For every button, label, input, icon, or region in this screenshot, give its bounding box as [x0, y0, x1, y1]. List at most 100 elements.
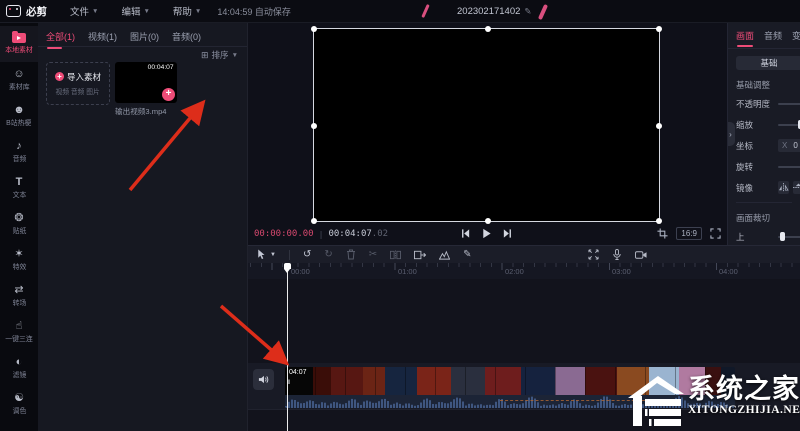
import-media-button[interactable]: + 导入素材 视频 音频 图片 — [46, 62, 110, 105]
row-coordinates: 坐标 X 0 — [728, 135, 800, 156]
timecode-separator: | — [319, 230, 324, 239]
sidebar-item-effects[interactable]: ✶ 特效 — [0, 242, 38, 278]
crop-top-slider[interactable] — [778, 236, 800, 238]
fit-timeline-button[interactable] — [588, 249, 599, 260]
split-clip-button[interactable] — [390, 250, 401, 260]
import-plus-icon: + — [55, 72, 64, 81]
sidebar-item-bilibili-memes[interactable]: ☻ B站热梗 — [0, 98, 38, 134]
previous-frame-button[interactable] — [460, 228, 471, 239]
divider — [38, 46, 247, 47]
flip-vertical-button[interactable] — [793, 181, 800, 194]
screen-record-button[interactable] — [635, 250, 647, 260]
draw-pen-button[interactable]: ✎ — [463, 250, 471, 260]
resize-handle-nw[interactable] — [311, 26, 317, 32]
library-icon: ☺ — [13, 68, 24, 80]
tab-image[interactable]: 图片(0) — [130, 30, 159, 43]
timeline-toolbar: ▼ ↺ ↻ ✂ ✎ — [248, 246, 800, 263]
ruler-label: 03:00 — [612, 267, 631, 276]
left-sidebar: 本地素材 ☺ 素材库 ☻ B站热梗 ♪ 音频 T 文本 ❂ 贴纸 ✶ 特效 ⇄ … — [0, 22, 38, 431]
flip-horizontal-button[interactable] — [778, 181, 789, 194]
playhead-handle[interactable] — [284, 263, 291, 269]
coordinate-x-input[interactable]: X 0 — [778, 139, 800, 152]
cut-scissors-button[interactable]: ✂ — [369, 250, 377, 260]
opacity-slider[interactable] — [778, 103, 800, 105]
media-panel: 全部(1) 视频(1) 图片(0) 音频(0) ⊞ 排序 ▼ + 导入素材 视频… — [38, 22, 248, 431]
playhead-line[interactable] — [287, 263, 288, 431]
timeline-ruler[interactable]: 00:00 01:00 02:00 03:00 04:00 — [248, 263, 800, 279]
ruler-label: 00:00 — [291, 267, 310, 276]
resize-handle-w[interactable] — [311, 123, 317, 129]
folder-icon — [12, 33, 26, 43]
sidebar-item-stickers[interactable]: ❂ 贴纸 — [0, 206, 38, 242]
app-logo-icon — [6, 5, 21, 17]
keyframe-mark-button[interactable] — [439, 250, 450, 260]
divider — [289, 250, 290, 260]
timeline-toolbar-right — [588, 249, 660, 260]
sidebar-item-audio[interactable]: ♪ 音频 — [0, 134, 38, 170]
resize-handle-se[interactable] — [656, 218, 662, 224]
menu-help[interactable]: 帮助▼ — [173, 4, 201, 18]
ruler-label: 04:00 — [719, 267, 738, 276]
tab-picture[interactable]: 画面 — [736, 29, 754, 42]
crop-icon[interactable] — [657, 228, 668, 239]
color-wheel-icon: ☯ — [14, 392, 24, 404]
resize-handle-ne[interactable] — [656, 26, 662, 32]
delete-button[interactable] — [346, 249, 356, 260]
rename-project-icon[interactable]: ✎ — [524, 6, 531, 17]
total-frames: .02 — [372, 229, 388, 239]
text-icon: T — [16, 176, 23, 188]
sidebar-item-like-coin-fav[interactable]: ☝ 一键三连 — [0, 314, 38, 350]
panel-collapse-button[interactable]: › — [728, 122, 735, 146]
row-crop-top: 上 — [728, 226, 800, 245]
preview-canvas[interactable] — [313, 28, 660, 222]
sidebar-item-color-grading[interactable]: ☯ 调色 — [0, 386, 38, 422]
media-item-video[interactable]: 00:04:07 + 输出视频3.mp4 — [115, 62, 177, 117]
undo-button[interactable]: ↺ — [303, 250, 311, 260]
annotation-slash-right — [538, 4, 548, 20]
section-basic-adjust: 基础调整 — [736, 79, 800, 91]
media-item-name: 输出视频3.mp4 — [115, 106, 174, 116]
sidebar-item-transitions[interactable]: ⇄ 转场 — [0, 278, 38, 314]
redo-button[interactable]: ↻ — [324, 250, 332, 260]
sidebar-item-local-media[interactable]: 本地素材 — [0, 26, 38, 62]
annotation-slash-left — [421, 4, 429, 18]
tab-audio[interactable]: 音频(0) — [172, 30, 201, 43]
clip-duration-label: 04:07 — [289, 369, 307, 376]
crop-top-slider-thumb[interactable] — [780, 232, 785, 241]
menu-edit[interactable]: 编辑▼ — [121, 4, 149, 18]
resize-handle-s[interactable] — [485, 218, 491, 224]
menu-file[interactable]: 文件▼ — [70, 4, 98, 18]
row-rotate: 旋转 — [728, 156, 800, 177]
select-tool-button[interactable] — [256, 249, 266, 260]
resize-handle-n[interactable] — [485, 26, 491, 32]
track-mute-button[interactable] — [253, 369, 274, 390]
resize-handle-sw[interactable] — [311, 218, 317, 224]
video-thumbnail[interactable]: 00:04:07 + — [115, 62, 177, 103]
grid-view-icon: ⊞ — [201, 50, 209, 61]
transport-controls — [460, 228, 513, 239]
autosave-status: 14:04:59 自动保存 — [217, 5, 291, 18]
rotate-slider[interactable] — [778, 166, 800, 168]
scale-slider[interactable] — [778, 124, 800, 126]
sidebar-item-library[interactable]: ☺ 素材库 — [0, 62, 38, 98]
microphone-record-button[interactable] — [612, 249, 622, 260]
export-frame-button[interactable] — [414, 250, 426, 260]
transition-icon: ⇄ — [14, 284, 23, 296]
tab-audio-settings[interactable]: 音频 — [764, 29, 782, 42]
add-to-timeline-button[interactable]: + — [162, 88, 175, 101]
sort-dropdown[interactable]: ⊞ 排序 ▼ — [201, 49, 238, 61]
resize-handle-e[interactable] — [656, 123, 662, 129]
inspector-panel: 画面 音频 变速 基础 基础调整 不透明度 缩放 坐标 X 0 旋转 镜像 — [728, 22, 800, 245]
aspect-ratio-selector[interactable]: 16:9 — [676, 227, 702, 240]
sidebar-item-filters[interactable]: ◐ 滤镜 — [0, 350, 38, 386]
basic-mode-button[interactable]: 基础 — [736, 56, 800, 70]
tab-all[interactable]: 全部(1) — [46, 30, 75, 43]
sidebar-item-text[interactable]: T 文本 — [0, 170, 38, 206]
tab-video[interactable]: 视频(1) — [88, 30, 117, 43]
tab-speed[interactable]: 变速 — [792, 29, 800, 42]
fullscreen-icon[interactable] — [710, 228, 721, 239]
next-frame-button[interactable] — [502, 228, 513, 239]
select-tool-chevron-icon[interactable]: ▼ — [270, 252, 276, 258]
media-tabs: 全部(1) 视频(1) 图片(0) 音频(0) — [38, 22, 247, 43]
play-button[interactable] — [481, 228, 492, 239]
